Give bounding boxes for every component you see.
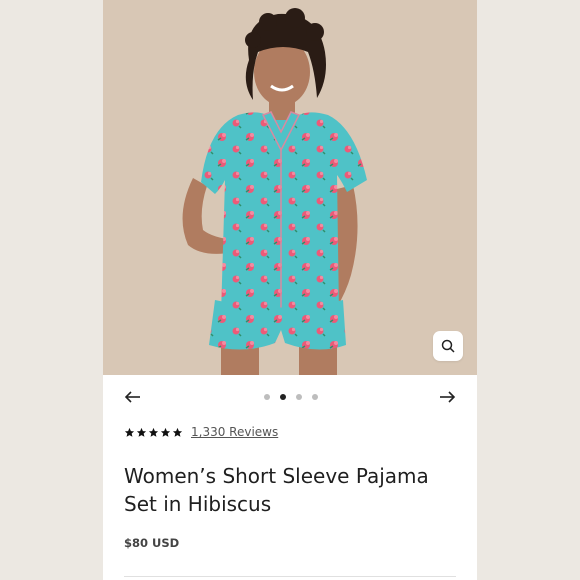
right-margin [477,0,580,580]
arrow-left-icon [124,391,140,403]
gallery-nav [103,383,477,411]
star-icon [172,427,183,437]
gallery-dot-active[interactable] [280,394,286,400]
prev-image-button[interactable] [124,388,142,406]
arrow-right-icon [440,391,456,403]
gallery-dot[interactable] [296,394,302,400]
product-title-line2: Set in Hibiscus [124,492,272,516]
product-title: Women’s Short Sleeve Pajama Set in Hibis… [124,462,454,518]
left-margin [0,0,103,580]
gallery-dot[interactable] [312,394,318,400]
star-icon [148,427,159,437]
zoom-button[interactable] [433,331,463,361]
product-title-line1: Women’s Short Sleeve Pajama [124,464,429,488]
star-icon [124,427,135,437]
product-photo-illustration [103,0,477,375]
next-image-button[interactable] [438,388,456,406]
divider [124,576,456,577]
product-image[interactable] [103,0,477,375]
gallery-dots [264,394,318,400]
search-icon [441,339,455,353]
rating-row: 1,330 Reviews [124,425,278,439]
star-icon [160,427,171,437]
star-icon [136,427,147,437]
star-rating [124,427,183,438]
product-card: 1,330 Reviews Women’s Short Sleeve Pajam… [103,0,477,580]
reviews-link[interactable]: 1,330 Reviews [191,425,278,439]
product-price: $80 USD [124,536,180,550]
gallery-dot[interactable] [264,394,270,400]
